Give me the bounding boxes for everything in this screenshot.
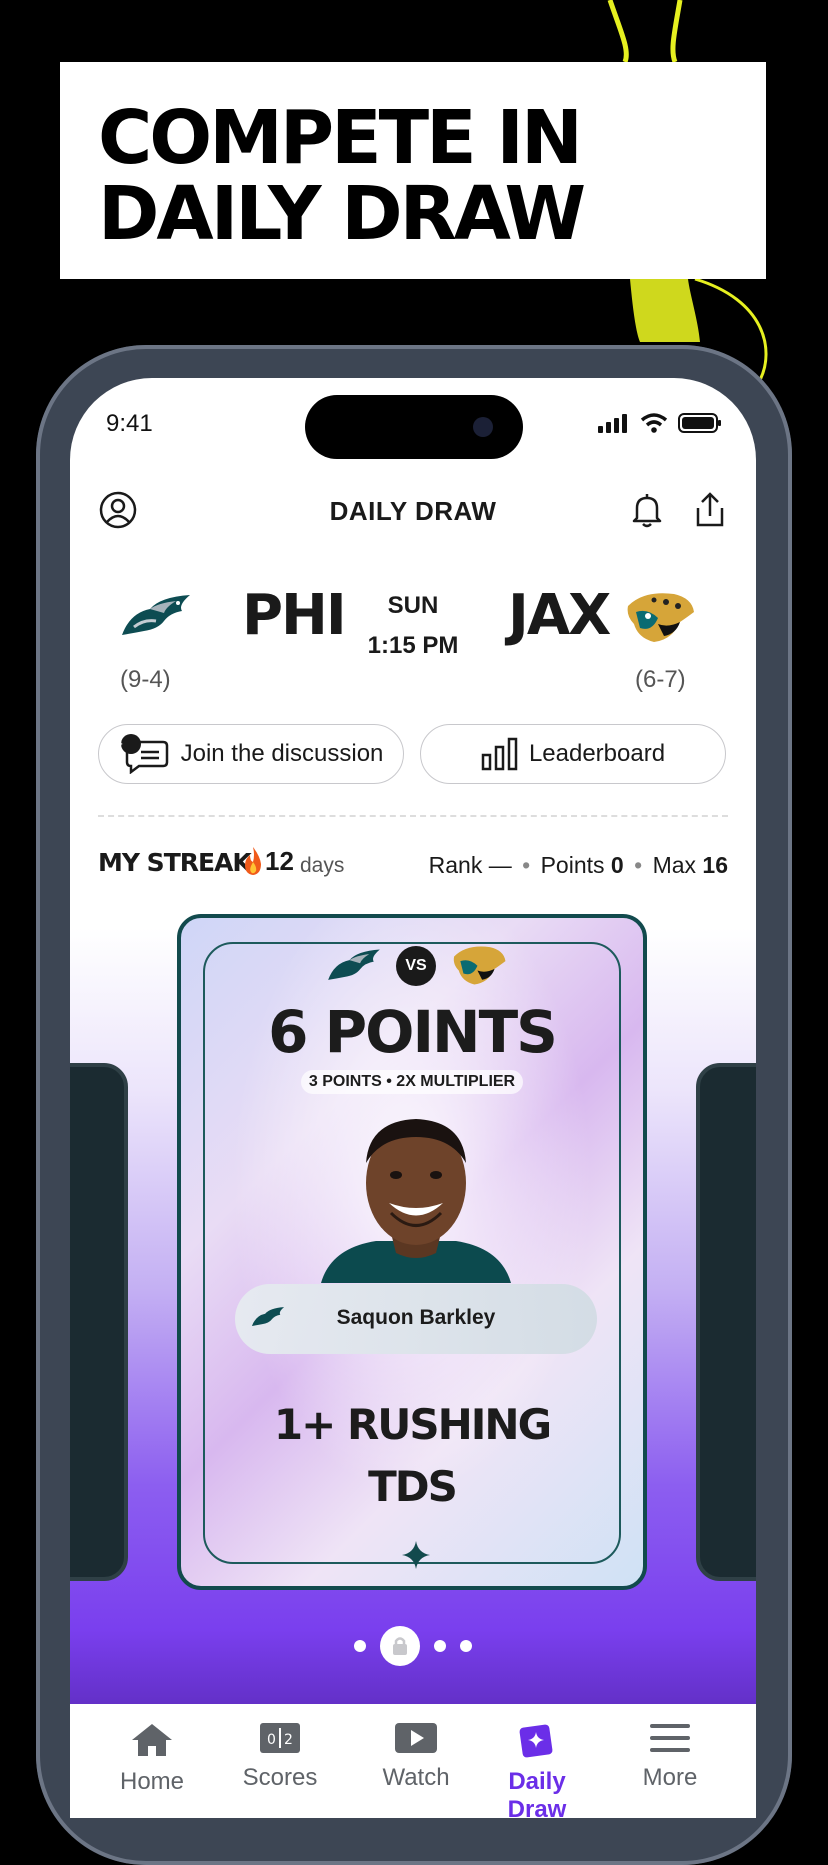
points-value: 0 [610, 852, 624, 878]
share-icon[interactable] [690, 490, 730, 530]
discussion-count: 24 [110, 737, 123, 749]
tab-label: Watch [382, 1764, 450, 1791]
player-name-bar: Saquon Barkley [235, 1284, 597, 1354]
status-icons [598, 412, 722, 434]
carousel-pagination[interactable] [70, 1626, 756, 1666]
sparkle-icon [402, 1541, 430, 1569]
wifi-icon [640, 413, 668, 433]
away-team-abbr: JAX [508, 583, 611, 648]
streak-count: 12 [265, 846, 294, 876]
daily-draw-icon [519, 1724, 553, 1758]
draw-card[interactable]: VS 6 POINTS 3 POINTS • 2X MULTIPLIER Saq… [177, 914, 647, 1590]
tab-label: More [642, 1764, 698, 1791]
svg-text:2: 2 [284, 1732, 293, 1748]
leaderboard-button[interactable]: Leaderboard [420, 724, 726, 784]
away-team-record: (6-7) [635, 666, 686, 693]
rank-label: Rank [428, 852, 483, 878]
page-dot[interactable] [354, 1640, 366, 1652]
fire-icon [245, 847, 261, 875]
status-time: 9:41 [106, 410, 153, 437]
tab-label: Scores [242, 1764, 318, 1791]
max-value: 16 [702, 852, 728, 878]
dynamic-island [305, 395, 523, 459]
promo-banner: COMPETE IN DAILY DRAW [60, 62, 766, 279]
battery-icon [678, 413, 721, 433]
rank-value: — [488, 852, 512, 878]
leaderboard-label: Leaderboard [528, 740, 666, 767]
page-dot[interactable] [434, 1640, 446, 1652]
tab-label: Daily Draw [507, 1768, 567, 1818]
page-dot[interactable] [460, 1640, 472, 1652]
prop-text: 1+ RUSHING TDS [273, 1400, 552, 1511]
chat-icon [120, 734, 168, 774]
tab-watch[interactable]: Watch [356, 1722, 476, 1792]
tab-scores[interactable]: 02 Scores [220, 1722, 340, 1792]
player-photo [321, 1119, 511, 1283]
divider [98, 815, 728, 817]
tab-bar: Home 02 Scores Watch Daily Draw More [70, 1704, 756, 1818]
join-discussion-label: Join the discussion [180, 740, 384, 767]
eagles-logo-icon [328, 949, 380, 980]
menu-icon [650, 1724, 690, 1752]
stats-summary: Rank — • Points 0 • Max 16 [429, 852, 728, 879]
signal-icon [598, 414, 627, 433]
player-name: Saquon Barkley [336, 1306, 496, 1329]
bar-chart-icon [481, 737, 518, 771]
separator-dot: • [522, 852, 531, 878]
lock-icon [393, 1637, 407, 1655]
points-label: Points [540, 852, 605, 878]
page-dot-current[interactable] [380, 1626, 420, 1666]
separator-dot: • [634, 852, 643, 878]
home-icon [132, 1724, 172, 1756]
max-label: Max [652, 852, 697, 878]
play-icon [395, 1723, 437, 1753]
tab-daily-draw[interactable]: Daily Draw [477, 1722, 597, 1818]
streak-label: MY STREAK [98, 848, 252, 877]
jaguars-logo-icon [627, 593, 694, 642]
home-team-record: (9-4) [120, 666, 171, 693]
join-discussion-button[interactable]: 24 Join the discussion [98, 724, 404, 784]
phone-screen: 9:41 DAILY DRAW PHI (9-4) SUN 1:15 PM JA… [70, 378, 756, 1818]
jaguars-logo-icon [453, 946, 506, 985]
camera-icon [473, 417, 493, 437]
vs-badge: VS [396, 946, 436, 986]
tab-home[interactable]: Home [92, 1722, 212, 1796]
streak-unit: days [300, 854, 345, 877]
svg-text:0: 0 [267, 1732, 276, 1748]
bell-icon[interactable] [627, 490, 667, 530]
next-card[interactable] [696, 1063, 756, 1581]
card-multiplier: 3 POINTS • 2X MULTIPLIER [301, 1070, 523, 1094]
promo-title: COMPETE IN DAILY DRAW [98, 95, 586, 257]
card-points: 6 POINTS [268, 998, 558, 1066]
previous-card[interactable] [70, 1063, 128, 1581]
tab-label: Home [119, 1768, 185, 1795]
scores-icon: 02 [260, 1723, 300, 1753]
tab-more[interactable]: More [610, 1722, 730, 1792]
